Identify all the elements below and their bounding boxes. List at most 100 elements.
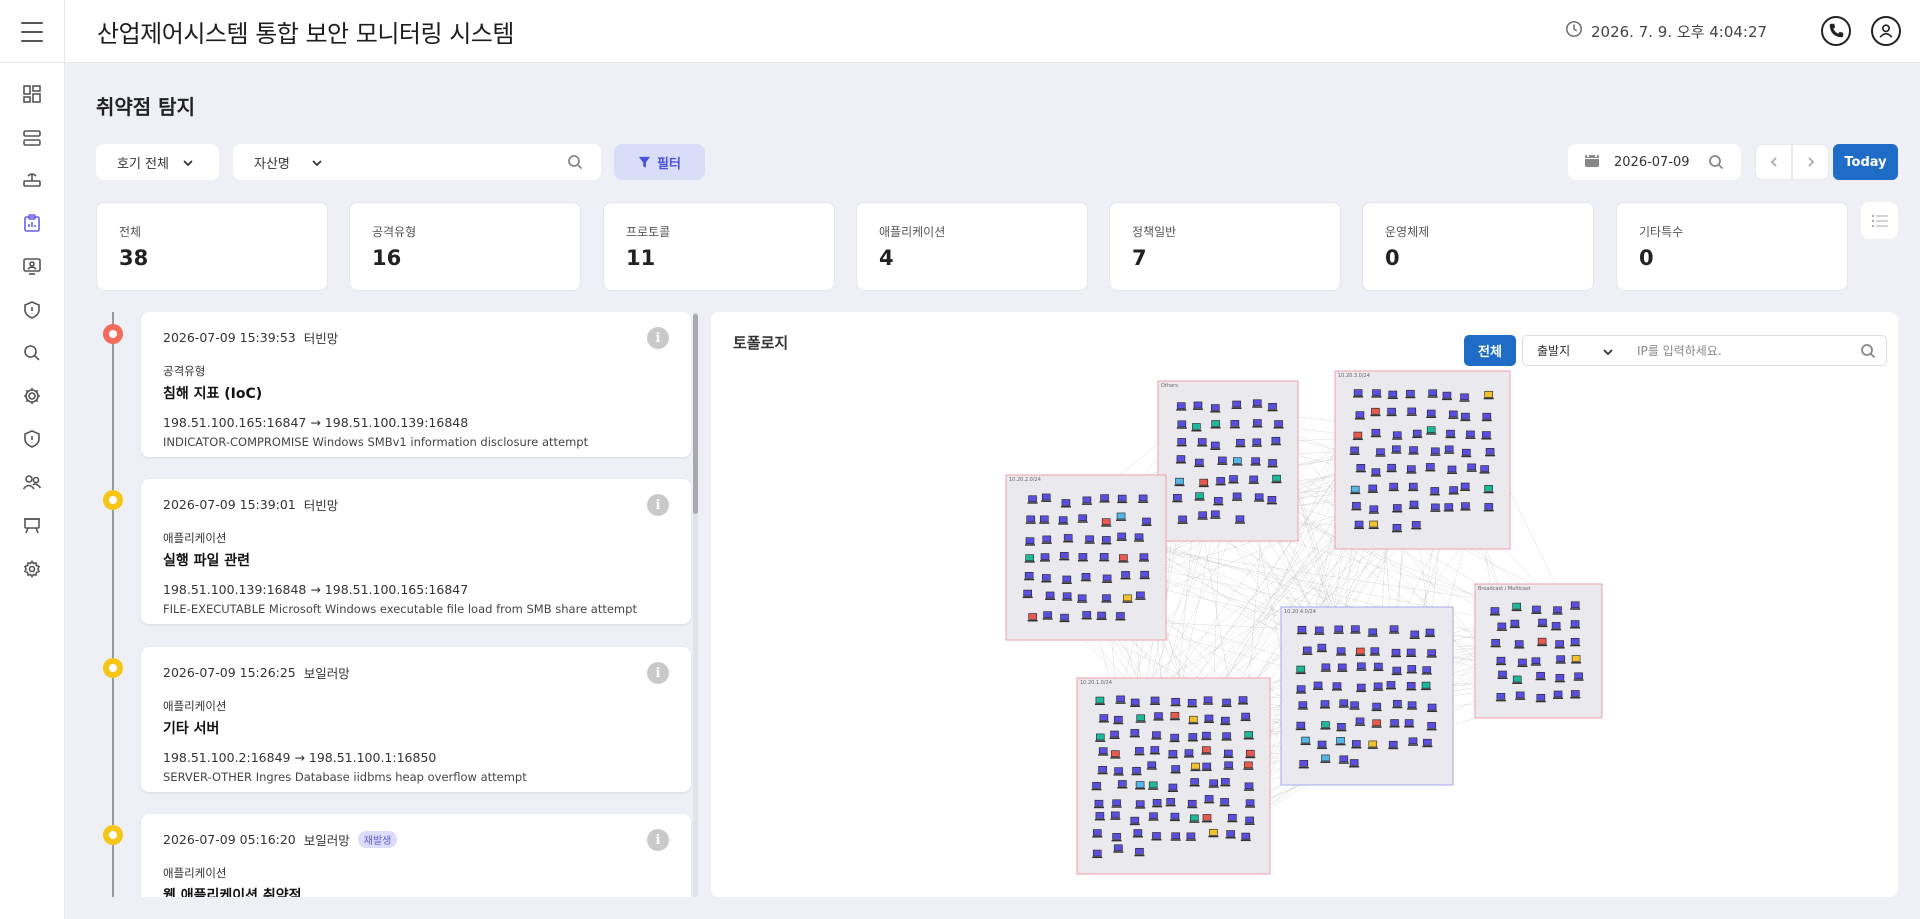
asset-search-field[interactable]: 자산명 [233,144,601,180]
topology-node [1042,611,1053,620]
info-icon[interactable]: i [647,662,669,684]
topology-node [1495,693,1506,702]
topology-node [1091,782,1102,791]
source-select[interactable]: 출발지 [1523,342,1621,359]
stat-value: 0 [1385,246,1400,270]
stat-value: 7 [1132,246,1147,270]
topology-node [1267,403,1278,412]
topology-node [1535,671,1546,681]
topology-node [1187,733,1198,742]
topology-node [1093,799,1104,809]
nav-server-icon[interactable] [20,126,44,150]
date-picker[interactable]: 2026-07-09 [1568,144,1741,180]
stat-card-os[interactable]: 운영체제 0 [1362,202,1594,291]
nav-settings-gear-icon[interactable] [20,384,44,408]
nav-search-icon[interactable] [20,341,44,365]
info-icon[interactable]: i [647,829,669,851]
topology-node [1098,747,1109,756]
topology-node [1169,812,1180,822]
prev-date-button[interactable] [1755,144,1792,180]
topology-node [1427,389,1438,398]
stat-card-protocol[interactable]: 프로토콜 11 [603,202,835,291]
topology-panel: Others 10.20.3.0/24 10.20.2.0/24 Broadcast … [711,312,1898,897]
topology-node [1537,618,1548,628]
topology-node [1027,495,1038,504]
event-timeline: 2026-07-09 15:39:53 터빈망 공격유형 침해 지표 (IoC)… [95,312,705,897]
stat-card-special[interactable]: 기타특수 0 [1616,202,1848,291]
topology-node [1134,533,1145,542]
info-icon[interactable]: i [647,494,669,516]
topology-node [1130,698,1141,708]
list-view-icon[interactable] [1861,202,1898,239]
topology-all-button[interactable]: 전체 [1464,335,1516,366]
topology-node [1251,438,1262,447]
topology-node [1367,628,1378,637]
search-icon[interactable] [1860,343,1876,362]
topology-node [1041,574,1052,583]
topology-node [1497,670,1508,680]
topology-node [1101,518,1112,527]
topology-node [1228,475,1239,484]
topology-node [1335,737,1346,746]
next-date-button[interactable] [1792,144,1829,180]
clock-icon [1565,20,1583,42]
topology-node [1041,493,1052,502]
nav-router-icon[interactable] [20,168,44,192]
timeline-scrollbar-thumb[interactable] [693,314,698,514]
date-value: 2026-07-09 [1614,154,1690,170]
stat-card-total[interactable]: 전체 38 [96,202,328,291]
topology-node [1386,407,1397,417]
topology-node [1386,463,1397,473]
topology-node [1170,765,1181,774]
nav-user-monitor-icon[interactable] [20,254,44,278]
topology-node [1111,799,1122,808]
topology-graph[interactable]: Others 10.20.3.0/24 10.20.2.0/24 Broadcast … [711,312,1898,897]
topology-node [1430,503,1441,512]
topology-node [1531,605,1542,615]
topology-node [1099,494,1110,503]
event-card[interactable]: 2026-07-09 15:39:53 터빈망 공격유형 침해 지표 (IoC)… [141,312,691,457]
topology-node [1138,494,1149,503]
nav-presentation-icon[interactable] [20,513,44,537]
topology-node [1300,736,1311,746]
topology-node [1190,762,1201,772]
info-icon[interactable]: i [647,327,669,349]
search-icon[interactable] [1708,154,1724,170]
phone-icon[interactable] [1821,16,1851,46]
stat-value: 16 [372,246,402,270]
nav-config-icon[interactable] [20,557,44,581]
topology-node [1375,448,1386,457]
topology-node [1221,698,1232,708]
event-card[interactable]: 2026-07-09 15:26:25 보일러망 애플리케이션 기타 서버 19… [141,647,691,792]
nav-security-icon[interactable] [20,427,44,451]
topology-node [1210,404,1221,413]
event-card[interactable]: 2026-07-09 15:39:01 터빈망 애플리케이션 실행 파일 관련 … [141,479,691,624]
topology-node [1511,602,1522,612]
nav-dashboard-icon[interactable] [20,82,44,106]
ip-search-input[interactable] [1621,343,1841,358]
nav-users-icon[interactable] [20,470,44,494]
nav-shield-alert-icon[interactable] [20,298,44,322]
event-network: 터빈망 [303,498,339,513]
event-network: 터빈망 [303,331,339,346]
stat-card-policy[interactable]: 정책일반 7 [1109,202,1341,291]
event-card[interactable]: 2026-07-09 05:16:20 보일러망 재발생 애플리케이션 웹 애플… [141,814,691,897]
topology-node [1317,740,1328,750]
user-profile-icon[interactable] [1871,16,1901,46]
subnet-group-label: 10.20.4.0/24 [1284,609,1316,615]
filter-button[interactable]: 필터 [614,144,705,180]
topology-node [1373,682,1384,691]
event-network: 보일러망 [303,666,350,681]
hamburger-menu-icon[interactable] [21,22,43,42]
search-icon[interactable] [567,154,583,174]
topology-node [1371,719,1382,728]
stat-card-attack-type[interactable]: 공격유형 16 [349,202,581,291]
unit-select[interactable]: 호기 전체 [96,144,219,180]
topology-node [1077,514,1088,523]
topology-node [1313,681,1324,690]
topology-node [1081,611,1092,620]
nav-vulnerability-icon[interactable] [20,211,44,235]
today-button[interactable]: Today [1833,144,1898,180]
topology-node [1388,740,1399,750]
stat-card-application[interactable]: 애플리케이션 4 [856,202,1088,291]
